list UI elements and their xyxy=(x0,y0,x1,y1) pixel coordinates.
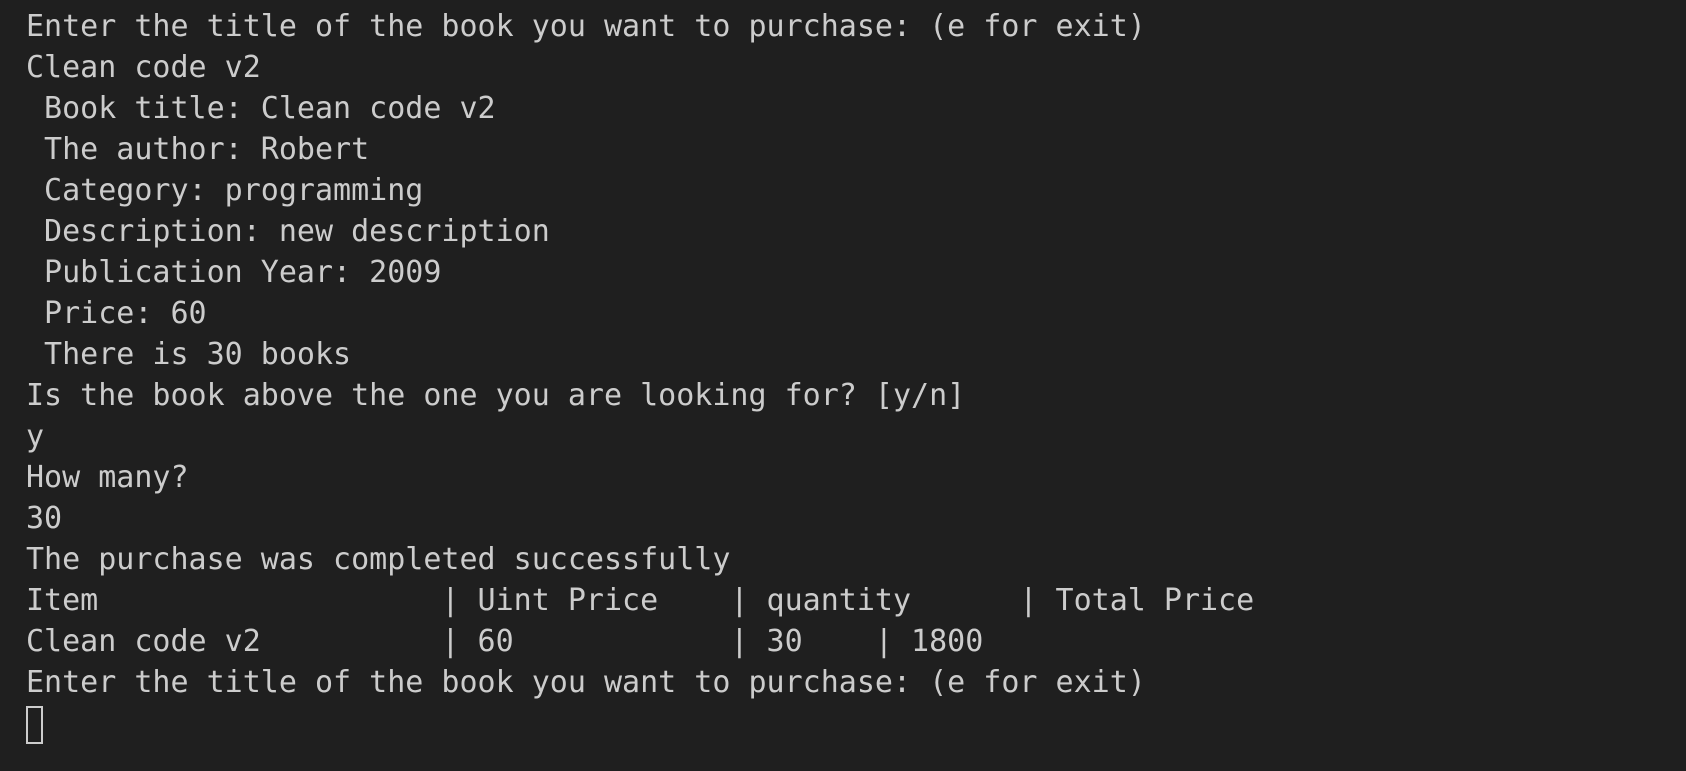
prompt-title-line-repeat: Enter the title of the book you want to … xyxy=(26,665,1146,700)
user-input-confirm: y xyxy=(26,419,45,454)
terminal-output: Enter the title of the book you want to … xyxy=(26,6,1254,744)
book-stock-line: There is 30 books xyxy=(26,337,352,372)
book-category-line: Category: programming xyxy=(26,173,424,208)
book-title-line: Book title: Clean code v2 xyxy=(26,91,496,126)
book-author-line: The author: Robert xyxy=(26,132,370,167)
book-description-line: Description: new description xyxy=(26,214,550,249)
user-input-title: Clean code v2 xyxy=(26,50,261,85)
input-line[interactable] xyxy=(26,703,1254,744)
book-year-line: Publication Year: 2009 xyxy=(26,255,442,290)
receipt-header-row: Item | Uint Price | quantity | Total Pri… xyxy=(26,583,1255,618)
purchase-success-line: The purchase was completed successfully xyxy=(26,542,731,577)
receipt-item-row: Clean code v2 | 60 | 30 | 1800 xyxy=(26,624,984,659)
quantity-prompt-line: How many? xyxy=(26,460,189,495)
confirm-prompt-line: Is the book above the one you are lookin… xyxy=(26,378,966,413)
book-price-line: Price: 60 xyxy=(26,296,207,331)
text-cursor[interactable] xyxy=(26,705,43,744)
user-input-quantity: 30 xyxy=(26,501,63,536)
prompt-title-line: Enter the title of the book you want to … xyxy=(26,9,1146,44)
